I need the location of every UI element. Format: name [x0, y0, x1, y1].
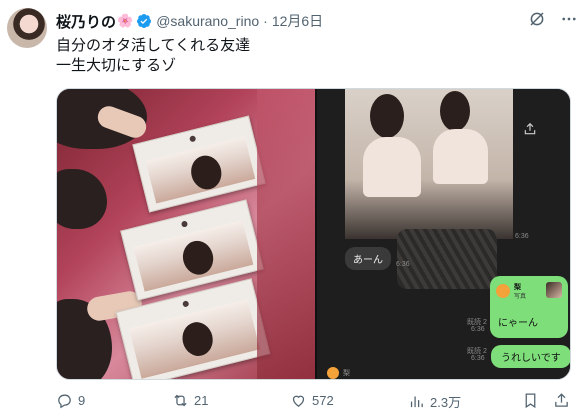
share-icon	[555, 393, 568, 407]
views-count: 2.3万	[430, 395, 462, 410]
chat-avatar	[327, 367, 339, 379]
bookmark-button[interactable]	[522, 392, 539, 409]
repost-button[interactable]: 21	[172, 392, 208, 409]
user-handle[interactable]: @sakurano_rino	[156, 13, 259, 29]
tweet-actions: 9 21 572 2.3万	[56, 392, 571, 412]
views-icon	[410, 396, 423, 408]
tweet-line-2: 一生大切にするゾ	[56, 57, 177, 74]
tweet-text: 自分のオタ活してくれる友達 一生大切にするゾ	[56, 36, 250, 76]
photo-right[interactable]: 6:36 あーん 6:36 梨 写真 にゃーん 既読 2 6:36 うれしいです…	[317, 89, 570, 379]
reply-count: 9	[78, 393, 86, 408]
display-name[interactable]: 桜乃りの	[56, 11, 116, 32]
like-count: 572	[312, 393, 334, 408]
reply-icon	[58, 394, 71, 409]
incoming-timestamp: 6:36	[396, 261, 410, 268]
grok-icon[interactable]	[528, 10, 546, 28]
tweet-header: 桜乃りの 🌸 @sakurano_rino · 12月6日	[56, 10, 578, 32]
heart-icon	[292, 395, 305, 407]
media-grid: 6:36 あーん 6:36 梨 写真 にゃーん 既読 2 6:36 うれしいです…	[56, 88, 571, 380]
tweet-date[interactable]: 12月6日	[272, 11, 323, 31]
outgoing-timestamp: 6:36	[471, 355, 485, 362]
message-incoming: あーん	[345, 247, 391, 270]
pear-avatar	[496, 284, 510, 298]
sweater-sleeve	[397, 229, 497, 289]
card-thumbnail	[546, 282, 562, 298]
cherry-blossom-emoji: 🌸	[117, 13, 134, 28]
sleeve-middle	[57, 169, 107, 229]
card-timestamp: 6:36	[471, 326, 485, 333]
message-outgoing: うれしいです	[491, 345, 570, 368]
message-photo-card: 梨 写真 にゃーん	[490, 276, 568, 338]
card-text: にゃーん	[498, 318, 538, 329]
photo-left[interactable]	[57, 89, 315, 379]
share-icon[interactable]	[523, 122, 537, 136]
chat-name: 梨	[343, 370, 350, 377]
repost-count: 21	[194, 393, 209, 408]
card-sub: 写真	[514, 294, 527, 300]
background-shelf	[257, 89, 315, 379]
more-icon[interactable]	[560, 10, 578, 28]
tweet-line-1: 自分のオタ活してくれる友達	[56, 37, 251, 54]
views-button[interactable]: 2.3万	[408, 392, 461, 411]
share-button[interactable]	[553, 392, 570, 409]
verified-badge-icon[interactable]	[136, 13, 152, 29]
separator: ·	[263, 13, 268, 29]
bookmark-icon	[525, 393, 536, 409]
avatar[interactable]	[7, 8, 47, 48]
chat-image	[345, 89, 513, 239]
photo-timestamp: 6:36	[515, 233, 529, 240]
photo-pack-1	[132, 115, 266, 213]
repost-icon	[174, 394, 187, 407]
reply-button[interactable]: 9	[56, 392, 85, 409]
like-button[interactable]: 572	[290, 392, 334, 409]
